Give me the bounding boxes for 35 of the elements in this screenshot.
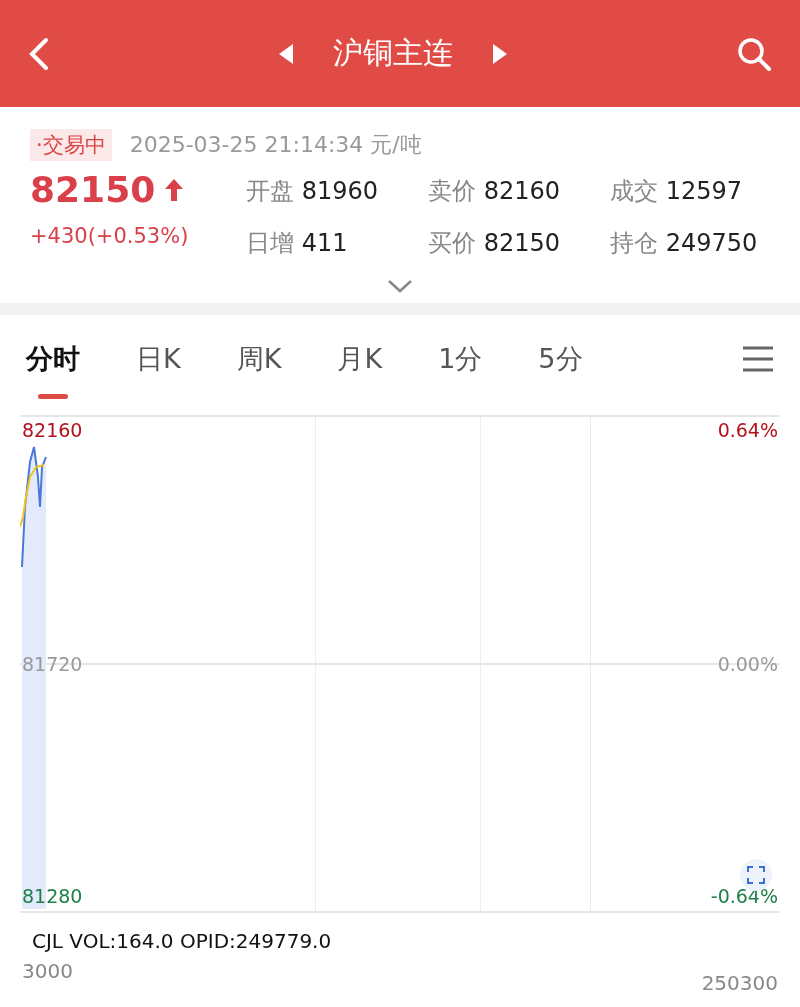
right-triangle-icon — [493, 43, 507, 64]
trading-status-badge: ·交易中 — [30, 129, 112, 161]
up-arrow-icon — [165, 178, 184, 201]
back-icon — [28, 36, 50, 71]
expand-icon — [747, 866, 765, 884]
quote-stat: 开盘 81960 — [246, 176, 379, 207]
indicator-readout: CJL VOL:164.0 OPID:249779.0 — [31, 928, 333, 953]
left-triangle-icon — [279, 43, 293, 64]
menu-icon — [742, 346, 774, 372]
next-button[interactable] — [493, 43, 507, 64]
tab-indicator — [38, 394, 68, 399]
chevron-down-icon[interactable] — [387, 279, 413, 293]
timestamp: 2025-03-25 21:14:34 元/吨 — [129, 131, 422, 159]
quote-stat: 成交 12597 — [610, 176, 743, 207]
menu-button[interactable] — [742, 346, 774, 372]
last-price: 82150 — [30, 169, 156, 210]
back-button[interactable] — [28, 36, 50, 71]
search-icon — [736, 35, 772, 72]
quote-stat: 持仓 249750 — [610, 228, 759, 259]
quote-stat: 买价 82150 — [428, 228, 561, 259]
chart-tab[interactable]: 分时 — [26, 329, 80, 389]
quote-stat: 卖价 82160 — [428, 176, 561, 207]
previous-button[interactable] — [279, 43, 293, 64]
page-title: 沪铜主连 — [333, 34, 453, 72]
chart-tab[interactable]: 周K — [236, 329, 282, 389]
fullscreen-button[interactable] — [740, 859, 772, 891]
open-interest-axis-label: 250300 — [701, 970, 778, 995]
chart-tab[interactable]: 月K — [337, 329, 383, 389]
volume-axis-label: 3000 — [22, 959, 73, 985]
chart-tab[interactable]: 5分 — [538, 329, 583, 389]
quote-stat: 日增 411 — [246, 228, 349, 259]
chart-tab[interactable]: 1分 — [438, 329, 483, 389]
chart-tab[interactable]: 日K — [136, 329, 181, 389]
price-change: +430(+0.53%) — [30, 224, 190, 248]
search-button[interactable] — [736, 35, 772, 72]
